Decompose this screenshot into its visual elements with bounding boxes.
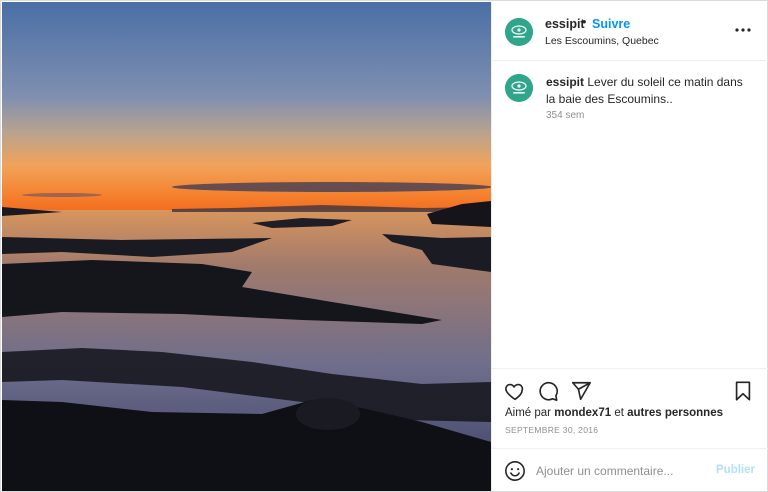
comment-icon[interactable] <box>537 380 559 402</box>
post-photo[interactable] <box>2 2 491 491</box>
sunset-photo <box>2 2 491 491</box>
essipit-logo-icon <box>505 18 533 46</box>
post-side-panel: essipit • Suivre Les Escoumins, Quebec e… <box>491 2 768 491</box>
post-location[interactable]: Les Escoumins, Quebec <box>545 35 659 47</box>
likes-prefix: Aimé par <box>505 407 552 419</box>
caption-username[interactable]: essipit <box>546 75 584 89</box>
avatar[interactable] <box>505 18 533 46</box>
more-options-icon[interactable] <box>734 21 752 39</box>
publish-button[interactable]: Publier <box>716 464 755 476</box>
liked-by-others[interactable]: autres personnes <box>627 407 723 419</box>
caption-text: essipit Lever du soleil ce matin dans la… <box>546 74 751 108</box>
post-username[interactable]: essipit <box>545 17 585 31</box>
likes-join: et <box>614 407 624 419</box>
essipit-logo-icon <box>505 74 533 102</box>
follow-button[interactable]: Suivre <box>592 17 630 31</box>
post-frame: essipit • Suivre Les Escoumins, Quebec e… <box>0 0 768 492</box>
heart-icon[interactable] <box>504 380 526 402</box>
comment-bar: Publier <box>492 448 768 491</box>
post-header: essipit • Suivre Les Escoumins, Quebec <box>492 2 768 61</box>
emoji-icon[interactable] <box>504 460 526 482</box>
liked-by-user[interactable]: mondex71 <box>554 407 611 419</box>
bookmark-icon[interactable] <box>732 380 754 402</box>
separator-dot: • <box>582 15 587 29</box>
likes-summary: Aimé par mondex71 et autres personnes <box>505 407 723 419</box>
share-icon[interactable] <box>570 380 592 402</box>
caption-timestamp: 354 sem <box>546 110 585 121</box>
caption-avatar[interactable] <box>505 74 533 102</box>
post-date[interactable]: SEPTEMBRE 30, 2016 <box>505 425 598 435</box>
comment-input[interactable] <box>536 460 711 482</box>
post-actions: Aimé par mondex71 et autres personnes SE… <box>492 368 768 448</box>
